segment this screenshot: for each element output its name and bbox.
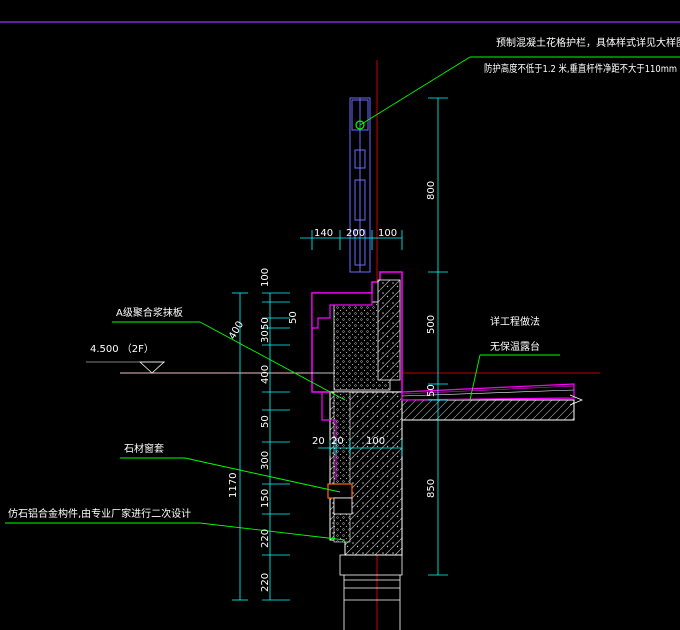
dim-left-220a: 220 — [260, 529, 271, 548]
dim-right-500: 500 — [426, 315, 437, 334]
baluster — [349, 97, 371, 273]
dim-top-100: 100 — [378, 228, 397, 239]
dim-left-220b: 220 — [260, 573, 271, 592]
dim-left-30: 30 — [260, 330, 271, 343]
dim-left-50a: 50 — [260, 317, 271, 330]
dim-total-1170: 1170 — [228, 473, 239, 498]
dim-left-150: 150 — [260, 489, 271, 508]
elevation-mark: 4.500 （2F） — [86, 343, 335, 374]
dim-top-140: 140 — [314, 228, 333, 239]
dim-right-50: 50 — [426, 384, 437, 397]
wall-section — [321, 391, 403, 556]
cad-section-drawing: 4.500 （2F） 预制混凝土花格护栏，具体样式详见大样图(参 防护高度不低于… — [0, 21, 680, 630]
dim-bottom-20b: 20 — [331, 436, 344, 447]
dim-bottom-20a: 20 — [312, 436, 325, 447]
stone-sill-note: 石材窗套 — [124, 442, 164, 455]
dim-top-200: 200 — [346, 228, 365, 239]
aluminum-note: 仿石铝合金构件,由专业厂家进行二次设计 — [8, 507, 191, 520]
baluster-note-line1: 预制混凝土花格护栏，具体样式详见大样图(参 — [496, 36, 680, 49]
baluster-note-line2: 防护高度不低于1.2 米,垂直杆件净距不大于110mm — [484, 62, 677, 75]
dim-right-800: 800 — [426, 181, 437, 200]
dim-left-400-rot: 400 — [227, 319, 246, 341]
dim-left-300: 300 — [260, 451, 271, 470]
dim-left-100: 100 — [260, 268, 271, 287]
dim-right-850: 850 — [426, 479, 437, 498]
window-frame — [339, 554, 403, 630]
dim-left-400: 400 — [260, 365, 271, 384]
plaster-note: A级聚合浆抹板 — [116, 306, 183, 319]
engineering-note: 详工程做法 — [490, 315, 540, 328]
right-dimension-lines — [428, 97, 448, 576]
dim-bottom-100: 100 — [366, 436, 385, 447]
elevation-label: 4.500 （2F） — [90, 343, 154, 355]
dim-left-50c: 50 — [260, 415, 271, 428]
railing-base — [311, 271, 403, 393]
waterproof-note: 无保温露台 — [490, 340, 540, 353]
dim-left-50b: 50 — [288, 311, 299, 324]
